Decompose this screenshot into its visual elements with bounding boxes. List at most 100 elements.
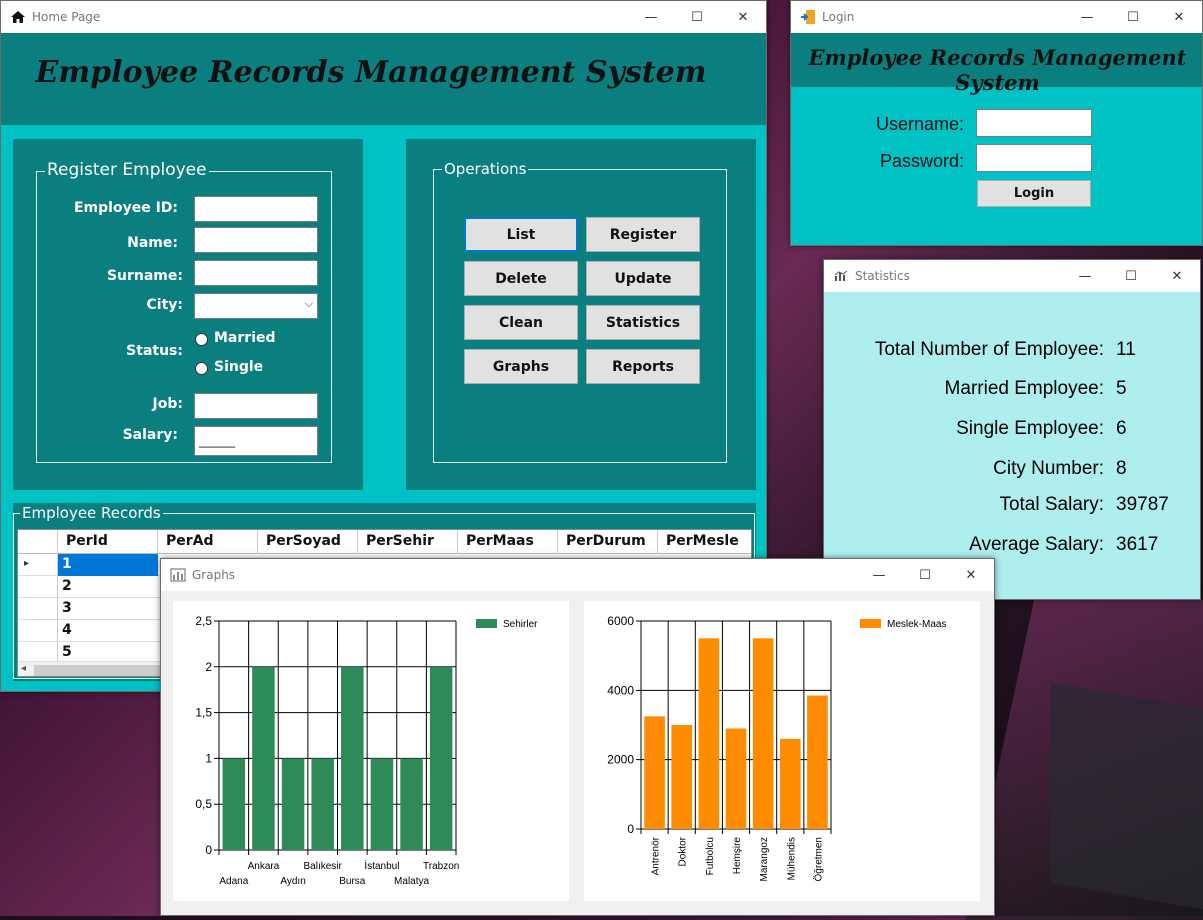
y-tick-label: 2 [205, 660, 212, 674]
total-employee-value: 11 [1116, 339, 1136, 360]
single-label[interactable]: Single [214, 359, 294, 375]
row-header[interactable]: ▸ [18, 554, 58, 576]
married-radio[interactable] [195, 333, 208, 346]
legend-label: Meslek-Maas [887, 619, 946, 630]
row-header[interactable] [18, 576, 58, 598]
header-banner: Employee Records Management System [1, 33, 766, 125]
chevron-down-icon: ⌵ [304, 298, 313, 310]
y-tick-label: 4000 [607, 683, 634, 697]
table-cell[interactable]: 2 [58, 576, 158, 598]
table-cell[interactable]: 4 [58, 620, 158, 642]
x-tick-label: Marangoz [759, 837, 770, 881]
statistics-button[interactable]: Statistics [586, 305, 700, 340]
maximize-button[interactable]: ☐ [674, 1, 720, 33]
graphs-titlebar[interactable]: Graphs — ☐ ✕ [161, 559, 994, 591]
legend-swatch [476, 619, 497, 628]
bar [644, 716, 665, 829]
login-button[interactable]: Login [977, 180, 1091, 207]
column-header[interactable]: PerDurum [558, 530, 658, 554]
username-field[interactable] [976, 109, 1092, 137]
x-tick-label: Bursa [339, 876, 366, 887]
city-bar-chart: 0 0,5 1 1,5 2 2,5 AdanaAnkaraAydın Balıkesir Bur… [173, 601, 569, 901]
app-title: Employee Records Management System [35, 55, 707, 90]
x-tick-label: Malatya [394, 876, 429, 887]
minimize-button[interactable]: — [1062, 260, 1108, 292]
statistics-window: Statistics — ☐ ✕ Total Number of Employe… [823, 259, 1201, 600]
column-header[interactable]: PerSehir [358, 530, 458, 554]
register-button[interactable]: Register [586, 217, 700, 252]
total-salary-value: 39787 [1116, 494, 1169, 515]
graphs-button[interactable]: Graphs [464, 349, 578, 384]
x-tick-label: Hemşire [732, 837, 743, 875]
password-field[interactable] [976, 144, 1092, 172]
y-tick-label: 1,5 [195, 706, 212, 720]
x-tick-label: İstanbul [364, 859, 399, 872]
y-tick-label: 1 [205, 751, 212, 765]
maximize-button[interactable]: ☐ [902, 559, 948, 591]
minimize-button[interactable]: — [856, 559, 902, 591]
single-employee-value: 6 [1116, 418, 1127, 439]
close-button[interactable]: ✕ [720, 1, 766, 33]
bar [429, 666, 453, 850]
row-header[interactable] [18, 620, 58, 642]
statistics-titlebar[interactable]: Statistics — ☐ ✕ [824, 260, 1200, 292]
city-select[interactable]: ⌵ [194, 293, 318, 319]
column-header[interactable]: PerMaas [458, 530, 558, 554]
x-tick-label: Mühendis [786, 837, 797, 880]
name-label: Name: [127, 235, 178, 251]
bar [752, 638, 774, 829]
surname-field[interactable] [194, 260, 318, 286]
password-label: Password: [879, 151, 964, 171]
bar [698, 638, 720, 829]
login-app-title: Employee Records Management System [808, 45, 1187, 95]
employee-id-field[interactable] [194, 196, 318, 222]
bar [222, 758, 246, 850]
statistics-title: Statistics [855, 269, 910, 283]
name-field[interactable] [194, 227, 318, 253]
minimize-button[interactable]: — [628, 1, 674, 33]
register-panel: Register Employee Employee ID: Name: Sur… [13, 139, 363, 490]
x-tick-label: Aydın [280, 876, 305, 887]
reports-button[interactable]: Reports [586, 349, 700, 384]
salary-label: Salary: [122, 427, 178, 443]
x-tick-label: Balıkesir [304, 861, 343, 872]
married-employee-value: 5 [1116, 378, 1127, 399]
close-button[interactable]: ✕ [948, 559, 994, 591]
close-button[interactable]: ✕ [1154, 260, 1200, 292]
column-header[interactable]: PerAd [158, 530, 258, 554]
chart-icon [833, 268, 849, 284]
salary-mask: _____ [199, 433, 236, 448]
bar [779, 738, 801, 829]
column-header[interactable]: PerMesle [658, 530, 751, 554]
column-header[interactable]: PerSoyad [258, 530, 358, 554]
y-tick-label: 6000 [607, 614, 634, 628]
close-button[interactable]: ✕ [1156, 1, 1202, 33]
graphs-title: Graphs [192, 568, 236, 582]
single-radio[interactable] [195, 362, 208, 375]
salary-field[interactable]: _____ [194, 426, 318, 456]
update-button[interactable]: Update [586, 261, 700, 296]
scroll-left-icon[interactable]: ◂ [21, 663, 26, 674]
minimize-button[interactable]: — [1064, 1, 1110, 33]
y-tick-label: 2000 [607, 753, 634, 767]
clean-button[interactable]: Clean [464, 305, 578, 340]
chart-background [173, 601, 569, 901]
x-tick-label: Öğretmen [812, 837, 824, 881]
surname-label: Surname: [106, 268, 183, 284]
login-titlebar[interactable]: Login — ☐ ✕ [791, 1, 1202, 33]
job-field[interactable] [194, 393, 318, 419]
table-cell[interactable]: 3 [58, 598, 158, 620]
login-header: Employee Records Management System [791, 33, 1202, 95]
table-cell[interactable]: 1 [58, 554, 158, 576]
delete-button[interactable]: Delete [464, 261, 578, 296]
x-tick-label: Futbolcu [705, 837, 716, 875]
column-header[interactable]: PerId [58, 530, 158, 554]
list-button[interactable]: List [464, 217, 578, 252]
home-titlebar[interactable]: Home Page — ☐ ✕ [1, 1, 766, 33]
maximize-button[interactable]: ☐ [1110, 1, 1156, 33]
average-salary-value: 3617 [1116, 534, 1159, 555]
row-header[interactable] [18, 598, 58, 620]
maximize-button[interactable]: ☐ [1108, 260, 1154, 292]
married-label[interactable]: Married [214, 330, 294, 346]
bar [400, 758, 423, 850]
